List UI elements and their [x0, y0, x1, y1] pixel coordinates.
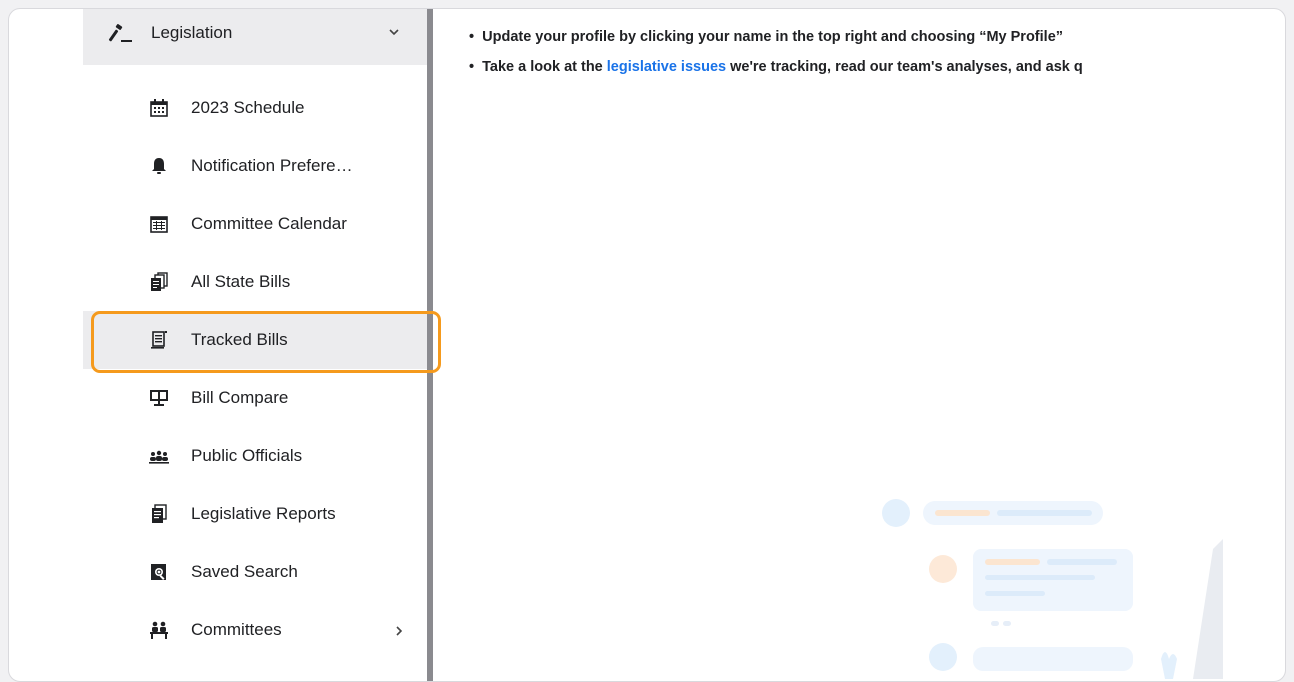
chevron-right-icon[interactable]	[393, 624, 405, 638]
sidebar-item-label: Bill Compare	[191, 388, 289, 407]
sidebar-item-committee-calendar[interactable]: Committee Calendar	[83, 195, 427, 253]
sidebar-item-notification-preferences[interactable]: Notification Prefere…	[83, 137, 427, 195]
sidebar-item-label: Public Officials	[191, 446, 303, 465]
app-window: Legislation 2023 Schedule Notification P…	[8, 8, 1286, 682]
compare-screens-icon	[150, 390, 168, 406]
committee-icon	[150, 621, 168, 639]
gavel-icon	[108, 24, 132, 42]
bullet-marker: •	[469, 29, 483, 45]
calendar-grid-icon	[150, 216, 168, 233]
chevron-down-icon[interactable]	[387, 25, 401, 39]
decorative-illustration	[882, 499, 1223, 679]
sidebar-item-committees[interactable]: Committees	[83, 601, 427, 659]
sidebar-item-label: 2023 Schedule	[191, 98, 305, 117]
sidebar-item-saved-search[interactable]: Saved Search	[83, 543, 427, 601]
document-search-icon	[151, 564, 166, 580]
sidebar-item-label: Committees	[191, 620, 282, 639]
sidebar-item-2023-schedule[interactable]: 2023 Schedule	[83, 79, 427, 137]
sidebar-item-label: Notification Prefere…	[191, 156, 353, 175]
tracked-bills-highlight	[91, 311, 441, 373]
sidebar-item-public-officials[interactable]: Public Officials	[83, 427, 427, 485]
sidebar-section-legislation[interactable]: Legislation	[83, 9, 427, 65]
bullet-text: Update your profile by clicking your nam…	[482, 29, 1064, 45]
stacked-documents-icon	[151, 272, 168, 291]
sidebar-item-label: Legislative Reports	[191, 504, 336, 523]
people-group-icon	[149, 450, 169, 464]
report-document-icon	[152, 504, 167, 523]
sidebar-item-bill-compare[interactable]: Bill Compare	[83, 369, 427, 427]
bullet-marker: •	[469, 59, 483, 75]
bullet-legislative-issues: • Take a look at the legislative issues …	[469, 59, 1083, 75]
bullet-update-profile: • Update your profile by clicking your n…	[469, 29, 1063, 45]
bell-icon	[152, 158, 166, 174]
sidebar-item-label: All State Bills	[191, 272, 291, 291]
sidebar-item-all-state-bills[interactable]: All State Bills	[83, 253, 427, 311]
sidebar-item-label: Saved Search	[191, 562, 298, 581]
main-content: • Update your profile by clicking your n…	[433, 9, 1223, 681]
bullet-text-before: Take a look at the	[482, 59, 607, 75]
legislative-issues-link[interactable]: legislative issues	[607, 59, 726, 75]
sidebar-item-label: Committee Calendar	[191, 214, 347, 233]
sidebar-section-label: Legislation	[151, 23, 233, 42]
bullet-text-after: we're tracking, read our team's analyses…	[726, 59, 1083, 75]
sidebar-item-legislative-reports[interactable]: Legislative Reports	[83, 485, 427, 543]
calendar-icon	[150, 99, 168, 117]
